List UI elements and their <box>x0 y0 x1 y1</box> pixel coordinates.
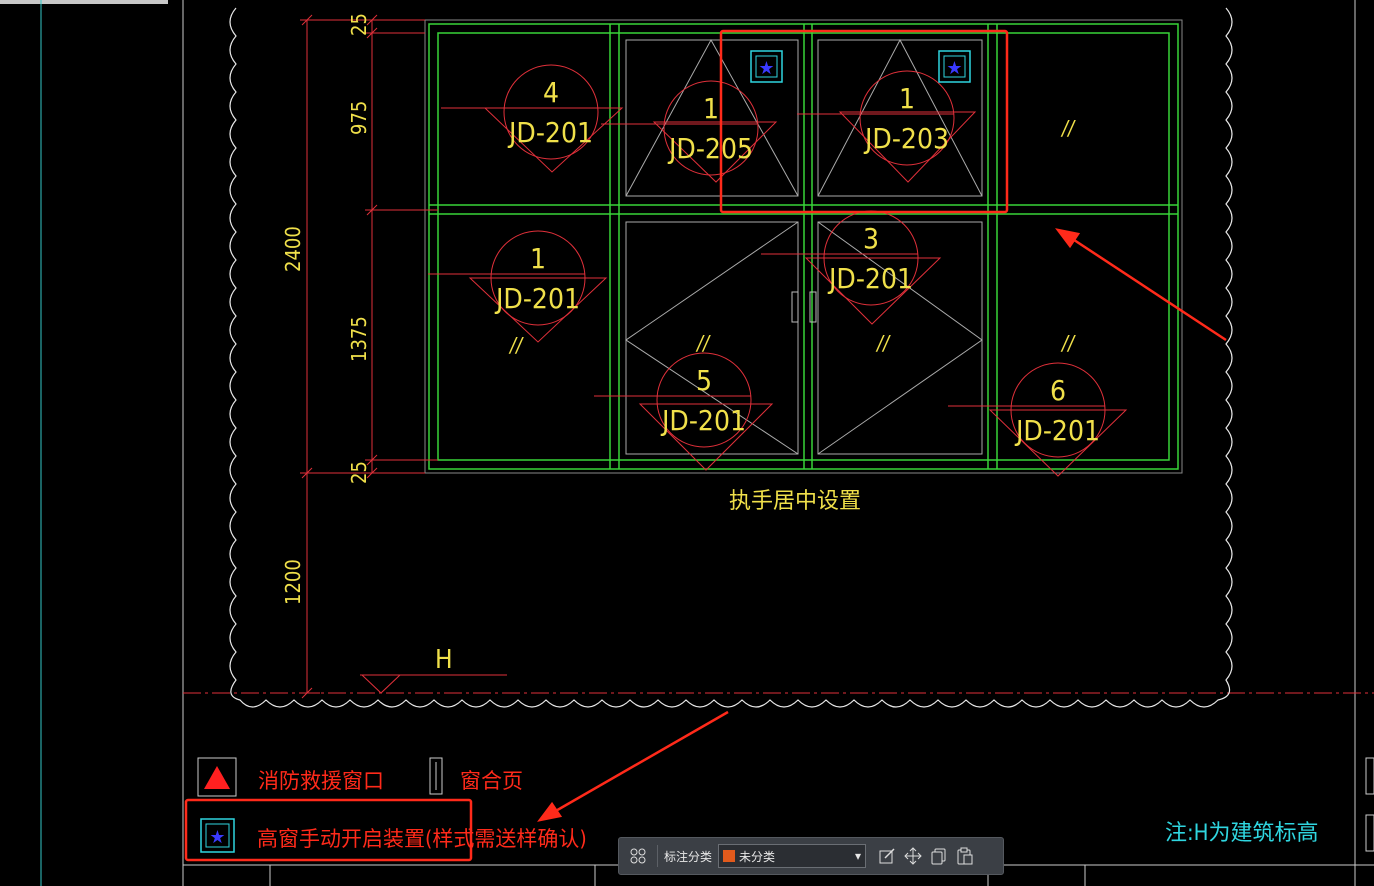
star-symbol: ★ <box>938 50 971 83</box>
tag-number: 3 <box>863 222 879 255</box>
dim-1375: 1375 <box>347 316 371 362</box>
panel-tag: 5 JD-201 <box>594 352 774 471</box>
panel-tag: 1 JD-203 <box>797 70 977 183</box>
elevation-mark: H <box>360 645 507 694</box>
elevation-note: 注:H为建筑标高 <box>1165 821 1319 846</box>
category-value: 未分类 <box>739 849 776 864</box>
dim-975: 975 <box>347 101 371 135</box>
tag-number: 4 <box>543 76 559 109</box>
glass-mark: // <box>695 331 711 355</box>
glass-mark: // <box>1060 116 1076 140</box>
panel-tag: 4 JD-201 <box>441 64 624 173</box>
elevation-label: H <box>435 645 453 675</box>
divider <box>657 845 658 867</box>
tag-code: JD-201 <box>494 282 580 315</box>
revision-cloud <box>229 7 1233 708</box>
panel-tags: 4 JD-201 1 JD-205 1 JD-203 1 JD-201 3 JD-201 5 JD-2… <box>428 64 1128 477</box>
dim-2400: 2400 <box>281 226 305 272</box>
copy-icon[interactable] <box>926 843 952 869</box>
glass-mark: // <box>875 331 891 355</box>
category-color-swatch <box>723 850 736 862</box>
legend-hinge: 窗合页 <box>429 757 523 795</box>
glass-mark: // <box>508 333 524 357</box>
legend-high-window: ★ 高窗手动开启装置(样式需送样确认) <box>200 818 587 853</box>
tag-code: JD-201 <box>660 404 746 437</box>
arrow-line <box>1064 232 1227 342</box>
paste-icon[interactable] <box>952 843 978 869</box>
handle-note: 执手居中设置 <box>729 489 861 514</box>
arrow-line <box>546 710 729 818</box>
tag-code: JD-201 <box>827 262 913 295</box>
svg-text:★: ★ <box>946 58 962 79</box>
cad-drawing-canvas[interactable]: 25 975 2400 1375 25 1200 H 4 JD-201 1 JD-20… <box>0 0 1374 886</box>
legend-fire-rescue-label: 消防救援窗口 <box>258 769 384 793</box>
category-select[interactable]: 未分类 ▾ <box>718 844 867 868</box>
tag-code: JD-205 <box>667 132 753 165</box>
glass-mark: // <box>1060 331 1076 355</box>
chevron-down-icon: ▾ <box>854 849 862 863</box>
star-symbol: ★ <box>750 50 783 83</box>
legend-fire-rescue: 消防救援窗口 <box>197 757 384 797</box>
category-label: 标注分类 <box>664 849 713 864</box>
arrow-head <box>537 801 563 822</box>
tag-number: 1 <box>530 242 546 275</box>
arrow-head <box>1055 228 1081 249</box>
dim-1200: 1200 <box>281 559 305 605</box>
edit-icon[interactable] <box>874 843 900 869</box>
panel-tag: 3 JD-201 <box>761 210 942 325</box>
svg-text:★: ★ <box>758 58 774 79</box>
tag-code: JD-203 <box>863 122 949 155</box>
tag-number: 1 <box>899 82 915 115</box>
annotation-toolbar: 标注分类 未分类 ▾ <box>618 837 1004 875</box>
legend-hinge-label: 窗合页 <box>460 769 523 793</box>
tag-code: JD-201 <box>507 116 593 149</box>
svg-text:★: ★ <box>209 827 225 848</box>
dim-25-bottom: 25 <box>347 461 371 484</box>
tag-number: 6 <box>1050 374 1066 407</box>
dim-25-top: 25 <box>347 13 371 36</box>
panel-tag: 1 JD-201 <box>428 230 608 343</box>
tag-code: JD-201 <box>1014 414 1100 447</box>
panel-tag: 1 JD-205 <box>601 80 778 183</box>
tag-number: 1 <box>703 92 719 125</box>
legend-high-window-label: 高窗手动开启装置(样式需送样确认) <box>257 827 587 851</box>
grid-icon[interactable] <box>625 843 651 869</box>
tag-number: 5 <box>696 364 712 397</box>
move-icon[interactable] <box>900 843 926 869</box>
panel-tag: 6 JD-201 <box>948 362 1128 477</box>
